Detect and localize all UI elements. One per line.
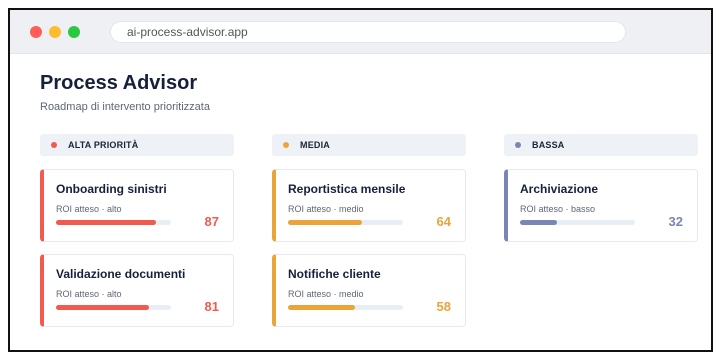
column-label: MEDIA (300, 140, 330, 150)
score-bar-fill (56, 220, 157, 225)
card-score: 64 (436, 214, 451, 229)
process-card[interactable]: Validazione documenti ROI atteso · alto … (40, 254, 234, 327)
card-title: Onboarding sinistri (56, 182, 167, 196)
browser-window: ai-process-advisor.app Process Advisor R… (8, 8, 713, 352)
score-bar (520, 220, 635, 225)
priority-column-high: ALTA PRIORITÀ Onboarding sinistri ROI at… (40, 134, 234, 327)
score-bar-fill (520, 220, 557, 225)
card-title: Validazione documenti (56, 267, 186, 281)
column-label: ALTA PRIORITÀ (68, 140, 139, 150)
maximize-window-button[interactable] (68, 26, 80, 38)
process-card[interactable]: Reportistica mensile ROI atteso · medio … (272, 169, 466, 242)
score-bar (288, 305, 403, 310)
page-title: Process Advisor (40, 72, 198, 94)
column-label: BASSA (532, 140, 565, 150)
process-card[interactable]: Notifiche cliente ROI atteso · medio 58 (272, 254, 466, 327)
process-card[interactable]: Onboarding sinistri ROI atteso · alto 87 (40, 169, 234, 242)
column-header: ALTA PRIORITÀ (40, 134, 234, 156)
card-roi: ROI atteso · basso (520, 204, 596, 214)
process-card[interactable]: Archiviazione ROI atteso · basso 32 (504, 169, 698, 242)
priority-column-low: BASSA Archiviazione ROI atteso · basso 3… (504, 134, 698, 242)
score-bar-fill (288, 305, 355, 310)
column-header: BASSA (504, 134, 698, 156)
card-roi: ROI atteso · medio (288, 204, 364, 214)
priority-dot-icon (515, 142, 521, 148)
card-roi: ROI atteso · alto (56, 204, 122, 214)
priority-column-medium: MEDIA Reportistica mensile ROI atteso · … (272, 134, 466, 327)
minimize-window-button[interactable] (49, 26, 61, 38)
priority-dot-icon (51, 142, 57, 148)
score-bar-fill (56, 305, 150, 310)
address-bar[interactable]: ai-process-advisor.app (110, 21, 626, 43)
card-score: 81 (204, 299, 219, 314)
page-subtitle: Roadmap di intervento prioritizzata (40, 101, 210, 113)
card-score: 32 (668, 214, 683, 229)
card-roi: ROI atteso · medio (288, 289, 364, 299)
score-bar (56, 305, 171, 310)
score-bar-fill (288, 220, 362, 225)
score-bar (56, 220, 171, 225)
browser-toolbar: ai-process-advisor.app (10, 10, 711, 54)
card-score: 87 (204, 214, 219, 229)
priority-dot-icon (283, 142, 289, 148)
close-window-button[interactable] (30, 26, 42, 38)
card-title: Archiviazione (520, 182, 599, 196)
score-bar (288, 220, 403, 225)
column-header: MEDIA (272, 134, 466, 156)
card-title: Notifiche cliente (288, 267, 381, 281)
card-title: Reportistica mensile (288, 182, 406, 196)
card-score: 58 (436, 299, 451, 314)
card-roi: ROI atteso · alto (56, 289, 122, 299)
